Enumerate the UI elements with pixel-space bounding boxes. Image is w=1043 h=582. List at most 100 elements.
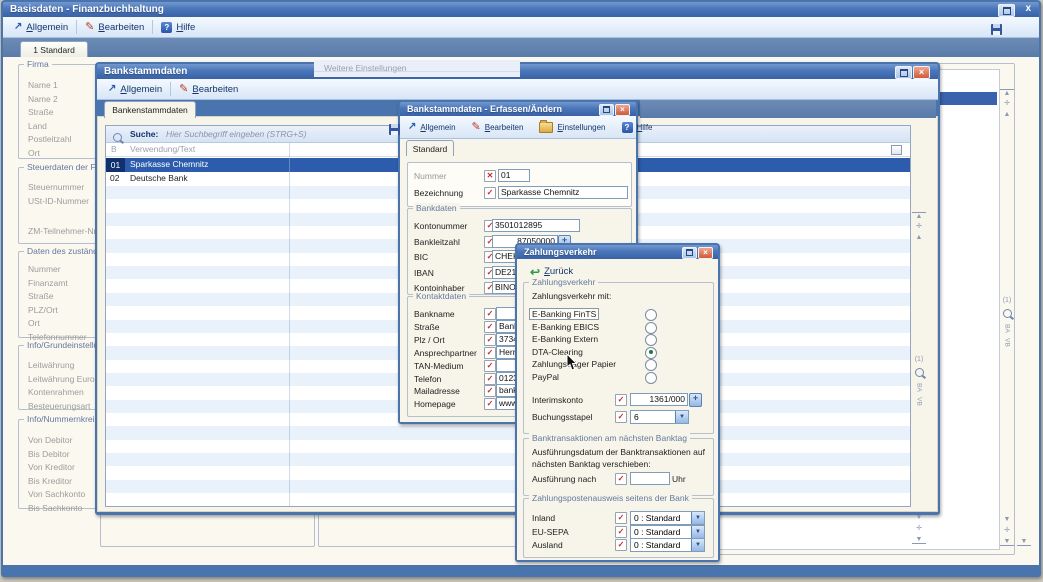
menu-hilfe[interactable]: ?Hilfe bbox=[156, 20, 200, 35]
edit-window-titlebar[interactable]: Bankstammdaten - Erfassen/Ändern × bbox=[400, 102, 636, 116]
buchungsstapel-select[interactable]: 6▼ bbox=[630, 410, 689, 424]
insert-icon[interactable]: ✛ bbox=[912, 223, 926, 230]
select-ausland[interactable]: 0 : Standard▼ bbox=[630, 538, 705, 552]
search-icon[interactable] bbox=[915, 368, 924, 377]
buchungsstapel-checkbox[interactable]: ✓ bbox=[615, 411, 627, 423]
field-input-bezeichnung[interactable]: Sparkasse Chemnitz bbox=[498, 186, 628, 199]
sidebar-field-nummer[interactable]: Nummer bbox=[28, 264, 97, 274]
sidebar-field-von-kreditor[interactable]: Von Kreditor bbox=[28, 462, 97, 472]
sidebar-field-ort[interactable]: Ort bbox=[28, 318, 97, 328]
append-icon[interactable]: ✛ bbox=[1000, 527, 1014, 534]
sidebar-field-von-sachkonto[interactable]: Von Sachkonto bbox=[28, 489, 97, 499]
menu-bearbeiten[interactable]: ✎Bearbeiten bbox=[174, 82, 243, 97]
menu-hilfe[interactable]: ?Hilfe bbox=[617, 120, 658, 135]
checkbox-inland[interactable]: ✓ bbox=[615, 512, 627, 524]
select-inland[interactable]: 0 : Standard▼ bbox=[630, 511, 705, 525]
sidebar-field-ort[interactable]: Ort bbox=[28, 148, 97, 158]
scroll-first-icon[interactable]: ▲ bbox=[912, 212, 926, 220]
grid-icon[interactable] bbox=[891, 145, 902, 155]
sidebar-field-leitw-hrung[interactable]: Leitwährung bbox=[28, 360, 97, 370]
bank-restore-button[interactable] bbox=[895, 66, 912, 79]
option-label-paypal[interactable]: PayPal bbox=[532, 372, 559, 382]
append-icon[interactable]: ✛ bbox=[912, 525, 926, 532]
save-icon[interactable] bbox=[991, 24, 1002, 35]
interimskonto-checkbox[interactable]: ✓ bbox=[615, 394, 627, 406]
tab-bankenstammdaten[interactable]: Bankenstammdaten bbox=[104, 101, 196, 118]
field-check-icon[interactable]: ✓ bbox=[484, 308, 496, 320]
select-eu-sepa[interactable]: 0 : Standard▼ bbox=[630, 525, 705, 539]
radio-dta-clearing[interactable] bbox=[645, 347, 657, 359]
save-icon[interactable] bbox=[389, 124, 400, 135]
option-label-e-banking-ebics[interactable]: E-Banking EBICS bbox=[532, 322, 599, 332]
radio-e-banking-ebics[interactable] bbox=[645, 322, 657, 334]
tab-standard[interactable]: Standard bbox=[406, 140, 454, 156]
chevron-down-icon[interactable]: ▼ bbox=[691, 512, 704, 524]
tab-1-standard[interactable]: 1 Standard bbox=[20, 41, 88, 57]
ba-filter-icon[interactable]: BA bbox=[1004, 322, 1011, 336]
scroll-up-icon[interactable]: ▲ bbox=[912, 234, 926, 241]
field-check-icon[interactable]: ✓ bbox=[484, 398, 496, 410]
sidebar-field-postleitzahl[interactable]: Postleitzahl bbox=[28, 134, 97, 144]
field-check-icon[interactable]: ✓ bbox=[484, 373, 496, 385]
interimskonto-lookup-button[interactable]: ✛ bbox=[689, 393, 702, 407]
payment-window-titlebar[interactable]: Zahlungsverkehr × bbox=[517, 245, 718, 259]
menu-bearbeiten[interactable]: ✎Bearbeiten bbox=[80, 20, 149, 35]
search-icon[interactable] bbox=[1003, 309, 1012, 318]
option-label-e-banking-extern[interactable]: E-Banking Extern bbox=[532, 334, 598, 344]
menu-einstellungen[interactable]: Einstellungen bbox=[534, 120, 610, 135]
ausfuehrung-checkbox[interactable]: ✓ bbox=[615, 473, 627, 485]
checkbox-eu-sepa[interactable]: ✓ bbox=[615, 526, 627, 538]
payment-close-button[interactable]: × bbox=[698, 247, 713, 259]
sidebar-field-bis-kreditor[interactable]: Bis Kreditor bbox=[28, 476, 97, 486]
field-check-icon[interactable]: ✓ bbox=[484, 334, 496, 346]
ba-filter-icon[interactable]: BA bbox=[916, 381, 923, 395]
edit-close-button[interactable]: × bbox=[615, 104, 630, 116]
field-input-nummer[interactable]: 01 bbox=[498, 169, 530, 182]
scroll-last-icon[interactable]: ▼ bbox=[912, 536, 926, 544]
menu-allgemein[interactable]: ↗Allgemein bbox=[403, 120, 461, 134]
field-check-icon[interactable]: ✓ bbox=[484, 321, 496, 333]
field-check-icon[interactable]: ✓ bbox=[484, 360, 496, 372]
sidebar-field-land[interactable]: Land bbox=[28, 121, 97, 131]
main-close-button[interactable]: x bbox=[1025, 3, 1031, 14]
sidebar-field-von-debitor[interactable]: Von Debitor bbox=[28, 435, 97, 445]
scroll-to-end-icon[interactable]: ▼ bbox=[1017, 538, 1031, 546]
bank-close-button[interactable]: × bbox=[913, 66, 930, 79]
sidebar-field-name-1[interactable]: Name 1 bbox=[28, 80, 97, 90]
main-window-titlebar[interactable]: Basisdaten - Finanzbuchhaltung x bbox=[3, 2, 1039, 17]
menu-allgemein[interactable]: ↗Allgemein bbox=[9, 20, 73, 35]
sidebar-field-ust-id-nummer[interactable]: USt-ID-Nummer bbox=[28, 196, 97, 206]
main-restore-button[interactable] bbox=[998, 4, 1015, 17]
ausfuehrung-input[interactable] bbox=[630, 472, 670, 485]
sidebar-field-steuernummer[interactable]: Steuernummer bbox=[28, 182, 97, 192]
chevron-down-icon[interactable]: ▼ bbox=[675, 411, 688, 423]
sidebar-field-kontenrahmen[interactable]: Kontenrahmen bbox=[28, 387, 97, 397]
sidebar-field-finanzamt[interactable]: Finanzamt bbox=[28, 278, 97, 288]
sidebar-field-bis-sachkonto[interactable]: Bis Sachkonto bbox=[28, 503, 97, 513]
chevron-down-icon[interactable]: ▼ bbox=[691, 526, 704, 538]
sidebar-field-name-2[interactable]: Name 2 bbox=[28, 94, 97, 104]
scroll-first-icon[interactable]: ▲ bbox=[1000, 89, 1014, 97]
menu-bearbeiten[interactable]: ✎Bearbeiten bbox=[467, 120, 529, 134]
edit-restore-button[interactable] bbox=[599, 104, 614, 116]
field-input-kontonummer[interactable]: 3501012895 bbox=[492, 219, 580, 232]
sidebar-field-bis-debitor[interactable]: Bis Debitor bbox=[28, 449, 97, 459]
radio-e-banking-fints[interactable] bbox=[645, 309, 657, 321]
sidebar-field-zm-teilnehmer-nr-[interactable]: ZM-Teilnehmer-Nr. bbox=[28, 226, 97, 236]
menu-allgemein[interactable]: ↗Allgemein bbox=[103, 82, 167, 97]
vb-filter-icon[interactable]: VB bbox=[916, 395, 923, 409]
scroll-down-icon[interactable]: ▼ bbox=[912, 514, 926, 521]
sidebar-field-leitw-hrung-euro-ab[interactable]: Leitwährung Euro ab bbox=[28, 374, 97, 384]
scroll-down-icon[interactable]: ▼ bbox=[1000, 516, 1014, 523]
field-locked-icon[interactable]: ✕ bbox=[484, 170, 496, 182]
radio-zahlungstr-ger-papier[interactable] bbox=[645, 359, 657, 371]
sidebar-field-besteuerungsart[interactable]: Besteuerungsart bbox=[28, 401, 97, 411]
sidebar-field-stra-e[interactable]: Straße bbox=[28, 107, 97, 117]
option-label-e-banking-fints[interactable]: E-Banking FinTS bbox=[529, 308, 599, 320]
field-check-icon[interactable]: ✓ bbox=[484, 385, 496, 397]
checkbox-ausland[interactable]: ✓ bbox=[615, 539, 627, 551]
chevron-down-icon[interactable]: ▼ bbox=[691, 539, 704, 551]
sidebar-field-plz-ort[interactable]: PLZ/Ort bbox=[28, 305, 97, 315]
sidebar-field-stra-e[interactable]: Straße bbox=[28, 291, 97, 301]
field-check-icon[interactable]: ✓ bbox=[484, 347, 496, 359]
